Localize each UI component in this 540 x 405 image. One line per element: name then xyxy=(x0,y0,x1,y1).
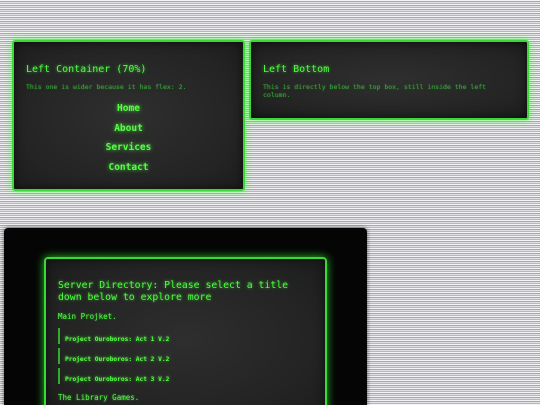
nav-item: Contact xyxy=(14,157,243,177)
left-bottom-note: This is directly below the top box, stil… xyxy=(263,83,487,99)
nav-link-services[interactable]: Services xyxy=(106,142,152,153)
nav-link-about[interactable]: About xyxy=(114,123,143,134)
left-container-title: Left Container (70%) xyxy=(26,64,147,75)
server-directory-title: Server Directory: Please select a title … xyxy=(58,280,289,303)
project-list-item: Project Ouroboros: Act 3 V.2 xyxy=(58,368,169,384)
project-list-item: Project Ouroboros: Act 2 V.2 xyxy=(58,348,169,364)
left-bottom-panel: Left Bottom This is directly below the t… xyxy=(249,40,529,120)
left-container-panel: Left Container (70%) This one is wider b… xyxy=(12,40,245,191)
left-bottom-title: Left Bottom xyxy=(263,64,330,75)
project-link-act-3[interactable]: Project Ouroboros: Act 3 V.2 xyxy=(65,376,169,383)
nav-link-home[interactable]: Home xyxy=(117,103,140,114)
nav-item: Services xyxy=(14,137,243,157)
nav-link-contact[interactable]: Contact xyxy=(108,162,148,173)
main-project-label: Main Projket. xyxy=(58,312,117,321)
left-container-note: This one is wider because it has flex: 2… xyxy=(26,83,187,91)
server-directory-panel: Server Directory: Please select a title … xyxy=(44,257,327,405)
nav-item: About xyxy=(14,118,243,138)
library-games-label: The Library Games. xyxy=(58,393,140,402)
project-list-item: Project Ouroboros: Act 1 V.2 xyxy=(58,328,169,344)
project-link-act-1[interactable]: Project Ouroboros: Act 1 V.2 xyxy=(65,336,169,343)
project-list: Project Ouroboros: Act 1 V.2 Project Our… xyxy=(58,328,169,388)
nav-item: Home xyxy=(14,98,243,118)
nav-menu: Home About Services Contact xyxy=(14,98,243,176)
project-link-act-2[interactable]: Project Ouroboros: Act 2 V.2 xyxy=(65,356,169,363)
